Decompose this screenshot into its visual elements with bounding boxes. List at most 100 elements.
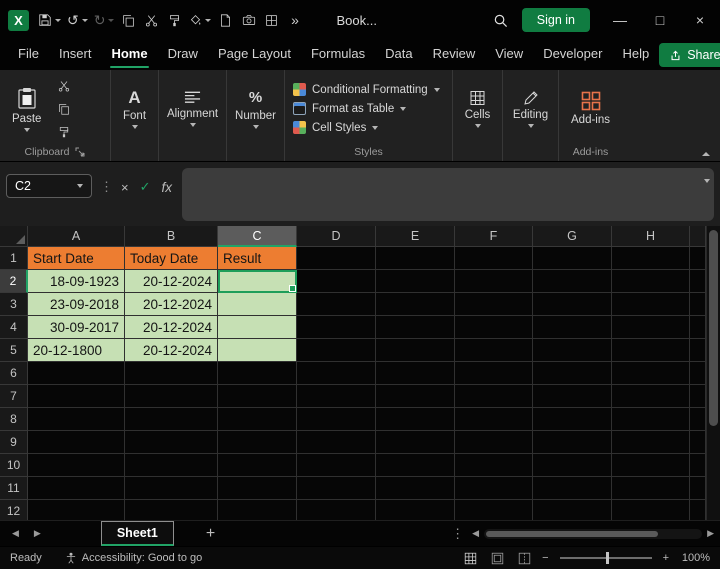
row-header-7[interactable]: 7: [0, 385, 28, 408]
insert-function-button[interactable]: fx: [162, 180, 173, 195]
cell-partial-7[interactable]: [690, 385, 706, 408]
menu-tab-insert[interactable]: Insert: [49, 40, 102, 70]
cell-B11[interactable]: [125, 477, 218, 500]
cell-E6[interactable]: [376, 362, 455, 385]
menu-tab-data[interactable]: Data: [375, 40, 422, 70]
format-painter-button[interactable]: [53, 123, 75, 141]
row-header-11[interactable]: 11: [0, 477, 28, 500]
cell-E4[interactable]: [376, 316, 455, 339]
column-header-C[interactable]: C: [218, 226, 297, 247]
cell-B3[interactable]: 20-12-2024: [125, 293, 218, 316]
cell-B5[interactable]: 20-12-2024: [125, 339, 218, 362]
cell-G5[interactable]: [533, 339, 612, 362]
cell-F9[interactable]: [455, 431, 533, 454]
column-header-A[interactable]: A: [28, 226, 125, 247]
cell-F10[interactable]: [455, 454, 533, 477]
cell-A8[interactable]: [28, 408, 125, 431]
row-header-3[interactable]: 3: [0, 293, 28, 316]
cell-partial-1[interactable]: [690, 247, 706, 270]
more-commands-button[interactable]: »: [283, 7, 306, 33]
scroll-left-button[interactable]: ◀: [472, 528, 479, 539]
cell-H7[interactable]: [612, 385, 690, 408]
cell-C2[interactable]: [218, 270, 297, 293]
document-title[interactable]: Book...: [336, 13, 376, 28]
paste-button[interactable]: Paste: [5, 83, 48, 135]
new-document-button[interactable]: [214, 7, 237, 33]
cell-E7[interactable]: [376, 385, 455, 408]
row-header-8[interactable]: 8: [0, 408, 28, 431]
cell-D4[interactable]: [297, 316, 376, 339]
cell-styles-button[interactable]: Cell Styles: [290, 120, 443, 135]
cancel-button[interactable]: ×: [121, 180, 129, 195]
cell-G9[interactable]: [533, 431, 612, 454]
cell-A1[interactable]: Start Date: [28, 247, 125, 270]
collapse-ribbon-button[interactable]: [702, 152, 710, 156]
cell-D6[interactable]: [297, 362, 376, 385]
zoom-in-button[interactable]: +: [663, 552, 669, 564]
format-as-table-button[interactable]: Format as Table: [290, 101, 443, 116]
cell-F5[interactable]: [455, 339, 533, 362]
cell-C6[interactable]: [218, 362, 297, 385]
row-header-9[interactable]: 9: [0, 431, 28, 454]
camera-button[interactable]: [237, 7, 260, 33]
cell-partial-2[interactable]: [690, 270, 706, 293]
sheet-tab-sheet1[interactable]: Sheet1: [100, 521, 174, 546]
zoom-slider[interactable]: [559, 552, 652, 564]
cell-partial-6[interactable]: [690, 362, 706, 385]
collapse-formula-bar-button[interactable]: [704, 179, 710, 183]
cell-D7[interactable]: [297, 385, 376, 408]
cell-B10[interactable]: [125, 454, 218, 477]
cell-G2[interactable]: [533, 270, 612, 293]
cell-H1[interactable]: [612, 247, 690, 270]
sheet-options-button[interactable]: ⋮: [443, 526, 472, 542]
cell-G1[interactable]: [533, 247, 612, 270]
cell-F1[interactable]: [455, 247, 533, 270]
cell-partial-4[interactable]: [690, 316, 706, 339]
cell-A9[interactable]: [28, 431, 125, 454]
cell-C1[interactable]: Result: [218, 247, 297, 270]
scroll-right-button[interactable]: ▶: [707, 528, 714, 539]
cell-C9[interactable]: [218, 431, 297, 454]
addins-button[interactable]: Add-ins: [564, 88, 617, 129]
borders-button[interactable]: [260, 7, 283, 33]
row-header-10[interactable]: 10: [0, 454, 28, 477]
cell-A5[interactable]: 20-12-1800: [28, 339, 125, 362]
cell-A7[interactable]: [28, 385, 125, 408]
menu-tab-file[interactable]: File: [8, 40, 49, 70]
minimize-button[interactable]: —: [600, 0, 640, 40]
cell-G7[interactable]: [533, 385, 612, 408]
cell-E9[interactable]: [376, 431, 455, 454]
row-header-2[interactable]: 2: [0, 270, 28, 293]
cell-C5[interactable]: [218, 339, 297, 362]
cell-E2[interactable]: [376, 270, 455, 293]
cell-F2[interactable]: [455, 270, 533, 293]
cell-D10[interactable]: [297, 454, 376, 477]
cell-B7[interactable]: [125, 385, 218, 408]
search-button[interactable]: [489, 7, 512, 33]
cell-D11[interactable]: [297, 477, 376, 500]
cell-E11[interactable]: [376, 477, 455, 500]
row-header-4[interactable]: 4: [0, 316, 28, 339]
cell-partial-9[interactable]: [690, 431, 706, 454]
cell-H11[interactable]: [612, 477, 690, 500]
cell-D9[interactable]: [297, 431, 376, 454]
font-button[interactable]: A Font: [116, 86, 153, 132]
maximize-button[interactable]: □: [640, 0, 680, 40]
menu-tab-developer[interactable]: Developer: [533, 40, 612, 70]
zoom-level[interactable]: 100%: [678, 552, 710, 564]
cell-G11[interactable]: [533, 477, 612, 500]
vertical-scrollbar-thumb[interactable]: [709, 230, 718, 426]
cell-E10[interactable]: [376, 454, 455, 477]
cell-G3[interactable]: [533, 293, 612, 316]
cell-H4[interactable]: [612, 316, 690, 339]
cell-D2[interactable]: [297, 270, 376, 293]
next-sheet-button[interactable]: ▶: [34, 528, 41, 539]
cell-H10[interactable]: [612, 454, 690, 477]
menu-tab-home[interactable]: Home: [101, 40, 157, 70]
cell-G4[interactable]: [533, 316, 612, 339]
menu-tab-review[interactable]: Review: [423, 40, 486, 70]
cell-C11[interactable]: [218, 477, 297, 500]
page-break-view-button[interactable]: [515, 549, 533, 567]
cell-partial-11[interactable]: [690, 477, 706, 500]
normal-view-button[interactable]: [461, 549, 479, 567]
